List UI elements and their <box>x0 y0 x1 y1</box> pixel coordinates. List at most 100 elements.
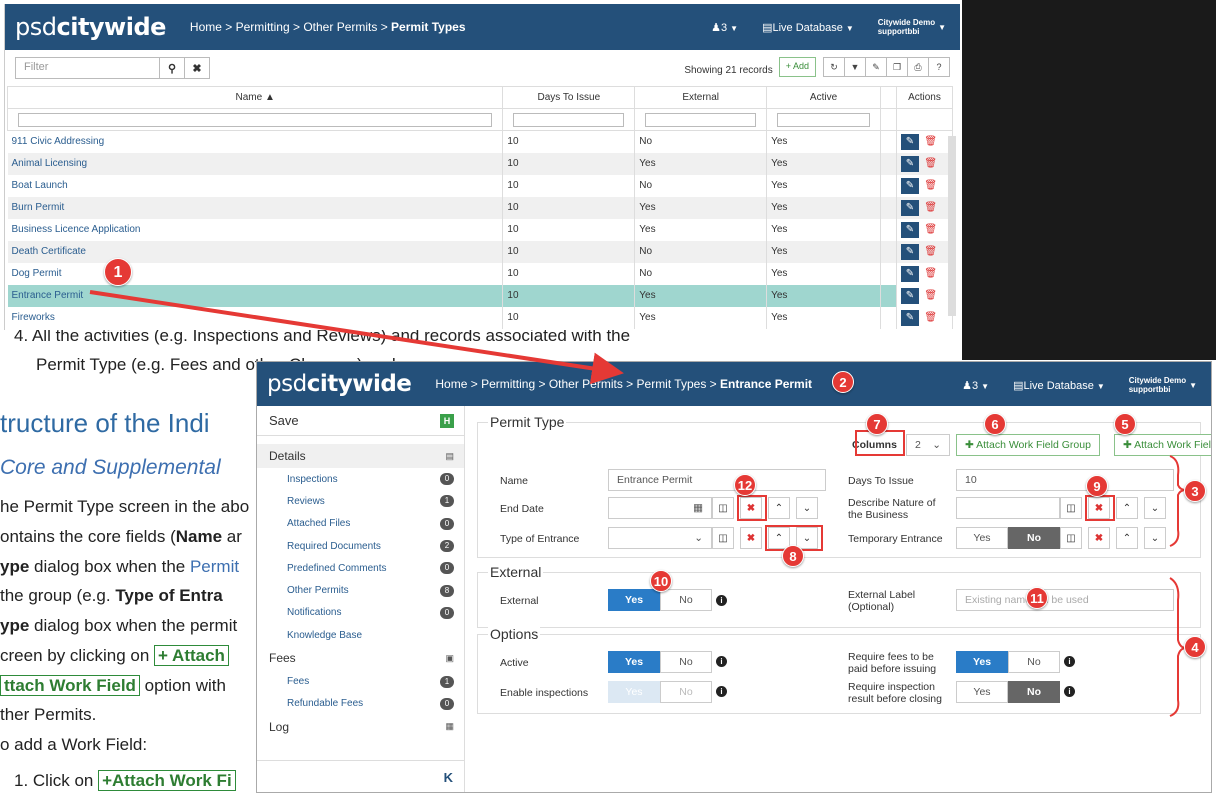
toggle-no[interactable]: No <box>1008 681 1060 703</box>
trash-icon[interactable]: 🗑 <box>922 200 940 216</box>
users-menu[interactable]: ♟3 ▼ <box>711 21 738 34</box>
copy-button[interactable]: ❐ <box>886 57 908 77</box>
move-down-button[interactable]: ⌄ <box>1144 497 1166 519</box>
temporary-entrance-toggle[interactable]: Yes No <box>956 527 1060 549</box>
sidebar-section-fees[interactable]: Fees ▣ <box>257 646 464 671</box>
days-to-issue-input[interactable]: 10 <box>956 469 1174 491</box>
breadcrumb-permitting[interactable]: Permitting <box>236 20 290 34</box>
info-icon[interactable]: i <box>1064 656 1075 667</box>
table-row-selected[interactable]: Entrance Permit 10 Yes Yes ✎ 🗑 <box>7 284 954 307</box>
refresh-button[interactable]: ↻ <box>823 57 845 77</box>
help-button[interactable]: ? <box>928 57 950 77</box>
describe-nature-input[interactable] <box>956 497 1060 519</box>
export-button[interactable]: ✎ <box>865 57 887 77</box>
edit-icon[interactable]: ✎ <box>900 265 919 282</box>
clear-filter-button[interactable]: ✖ <box>184 57 210 79</box>
toggle-yes[interactable]: Yes <box>608 589 660 611</box>
breadcrumb-home[interactable]: Home <box>435 377 467 391</box>
edit-icon[interactable]: ✎ <box>900 177 919 194</box>
attach-work-field-group-button[interactable]: ✚ Attach Work Field Group <box>956 434 1100 456</box>
toggle-yes[interactable]: Yes <box>608 651 660 673</box>
edit-icon[interactable]: ✎ <box>900 309 919 326</box>
table-row[interactable]: Boat Launch 10 No Yes ✎ 🗑 <box>7 174 954 197</box>
sidebar-item-other-permits[interactable]: Other Permits 8 <box>257 579 464 601</box>
toggle-yes[interactable]: Yes <box>956 527 1008 549</box>
trash-icon[interactable]: 🗑 <box>922 156 940 172</box>
collapse-sidebar-button[interactable]: K <box>257 760 465 792</box>
table-row[interactable]: Death Certificate 10 No Yes ✎ 🗑 <box>7 240 954 263</box>
breadcrumb-other-permits[interactable]: Other Permits <box>303 20 377 34</box>
sidebar-item-predefined-comments[interactable]: Predefined Comments 0 <box>257 557 464 579</box>
name-filter[interactable] <box>6 108 504 131</box>
remove-field-button[interactable]: ✖ <box>740 527 762 549</box>
require-fees-toggle[interactable]: Yes No <box>956 651 1060 673</box>
edit-icon[interactable]: ✎ <box>900 221 919 238</box>
sidebar-item-refundable-fees[interactable]: Refundable Fees 0 <box>257 693 464 715</box>
edit-icon[interactable]: ✎ <box>900 133 919 150</box>
info-icon[interactable]: i <box>716 595 727 606</box>
table-row[interactable]: Business Licence Application 10 Yes Yes ✎ 🗑 <box>7 218 954 241</box>
group-field-button[interactable]: ◫ <box>1060 497 1082 519</box>
move-down-button[interactable]: ⌄ <box>796 497 818 519</box>
type-of-entrance-select[interactable]: ⌄ <box>608 527 712 549</box>
scrollbar[interactable] <box>948 136 956 316</box>
sidebar-item-notifications[interactable]: Notifications 0 <box>257 602 464 624</box>
database-menu[interactable]: ▤Live Database ▼ <box>1013 379 1105 392</box>
trash-icon[interactable]: 🗑 <box>922 134 940 150</box>
name-input[interactable]: Entrance Permit <box>608 469 826 491</box>
edit-icon[interactable]: ✎ <box>900 155 919 172</box>
sidebar-item-reviews[interactable]: Reviews 1 <box>257 490 464 512</box>
trash-icon[interactable]: 🗑 <box>922 222 940 238</box>
active-filter[interactable] <box>766 108 881 131</box>
breadcrumb-home[interactable]: Home <box>190 20 222 34</box>
trash-icon[interactable]: 🗑 <box>922 310 940 326</box>
edit-icon[interactable]: ✎ <box>900 287 919 304</box>
table-row[interactable]: Fireworks 10 Yes Yes ✎ 🗑 <box>7 306 954 329</box>
group-field-button[interactable]: ◫ <box>712 527 734 549</box>
external-toggle[interactable]: Yes No <box>608 589 712 611</box>
print-button[interactable]: ⎙ <box>907 57 929 77</box>
toggle-no[interactable]: No <box>660 589 712 611</box>
remove-field-button[interactable]: ✖ <box>1088 527 1110 549</box>
save-button[interactable]: Save H <box>257 406 464 436</box>
user-menu[interactable]: Citywide Demo supportbbi ▼ <box>878 18 946 36</box>
table-row[interactable]: Animal Licensing 10 Yes Yes ✎ 🗑 <box>7 152 954 175</box>
edit-icon[interactable]: ✎ <box>900 243 919 260</box>
active-toggle[interactable]: Yes No <box>608 651 712 673</box>
trash-icon[interactable]: 🗑 <box>922 288 940 304</box>
breadcrumb-other-permits[interactable]: Other Permits <box>549 377 623 391</box>
sidebar-item-required-documents[interactable]: Required Documents 2 <box>257 535 464 557</box>
sidebar-item-fees[interactable]: Fees 1 <box>257 670 464 692</box>
table-row[interactable]: 911 Civic Addressing 10 No Yes ✎ 🗑 <box>7 130 954 153</box>
trash-icon[interactable]: 🗑 <box>922 244 940 260</box>
info-icon[interactable]: i <box>716 656 727 667</box>
sidebar-item-attached-files[interactable]: Attached Files 0 <box>257 513 464 535</box>
move-up-button[interactable]: ⌃ <box>1116 497 1138 519</box>
search-button[interactable]: ⚲ <box>159 57 185 79</box>
breadcrumb-permit-types[interactable]: Permit Types <box>637 377 707 391</box>
trash-icon[interactable]: 🗑 <box>922 266 940 282</box>
column-header-days[interactable]: Days To Issue <box>502 86 636 109</box>
attach-work-field-button[interactable]: ✚ Attach Work Field <box>1114 434 1211 456</box>
external-label-input[interactable]: Existing name will be used <box>956 589 1174 611</box>
toggle-no[interactable]: No <box>660 651 712 673</box>
info-icon[interactable]: i <box>716 686 727 697</box>
sidebar-section-details[interactable]: Details ▤ <box>257 444 464 468</box>
sidebar-section-log[interactable]: Log ▦ <box>257 714 464 739</box>
info-icon[interactable]: i <box>1064 686 1075 697</box>
edit-icon[interactable]: ✎ <box>900 199 919 216</box>
require-inspection-toggle[interactable]: Yes No <box>956 681 1060 703</box>
filter-button[interactable]: ▼ <box>844 57 866 77</box>
toggle-yes[interactable]: Yes <box>956 681 1008 703</box>
users-menu[interactable]: ♟3 ▼ <box>962 379 989 392</box>
sidebar-item-knowledge-base[interactable]: Knowledge Base <box>257 624 464 646</box>
trash-icon[interactable]: 🗑 <box>922 178 940 194</box>
days-filter[interactable] <box>502 108 636 131</box>
move-down-button[interactable]: ⌄ <box>1144 527 1166 549</box>
group-field-button[interactable]: ◫ <box>1060 527 1082 549</box>
add-button[interactable]: + Add <box>778 57 816 77</box>
table-row[interactable]: Dog Permit 10 No Yes ✎ 🗑 <box>7 262 954 285</box>
user-menu[interactable]: Citywide Demo supportbbi ▼ <box>1129 376 1197 394</box>
table-row[interactable]: Burn Permit 10 Yes Yes ✎ 🗑 <box>7 196 954 219</box>
filter-input[interactable]: Filter <box>15 57 160 79</box>
